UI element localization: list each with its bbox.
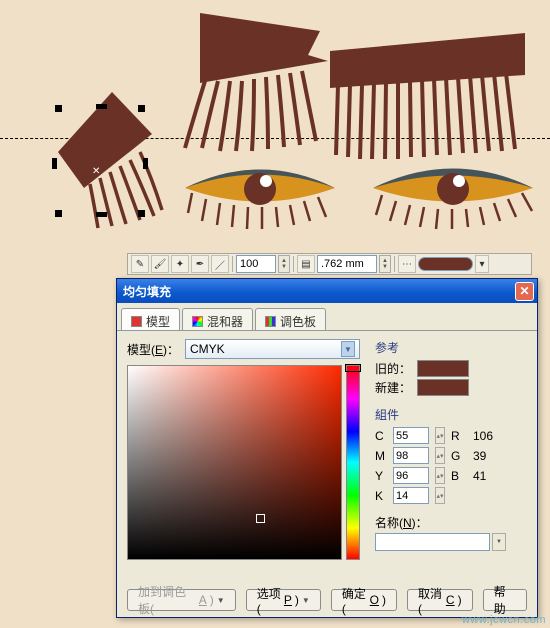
close-button[interactable]: ✕ [515,282,534,301]
selection-handle[interactable] [96,212,107,217]
section-components-title: 組件 [375,406,527,423]
g-value: 39 [473,449,503,463]
dialog-titlebar[interactable]: 均匀填充 ✕ [117,279,537,303]
tab-label: 混和器 [207,313,243,330]
new-color-label: 新建： [375,379,411,396]
tool-brush-icon[interactable]: 🖌 [151,255,169,273]
tool-calligraphy-icon[interactable]: ／ [211,255,229,273]
ok-button[interactable]: 确定(O) [331,589,397,611]
name-dropdown-icon[interactable]: ▼ [492,533,506,551]
r-value: 106 [473,429,503,443]
c-input[interactable] [393,427,429,444]
hue-slider[interactable] [346,365,360,560]
eye-right [368,163,538,233]
k-input[interactable] [393,487,429,504]
name-input[interactable] [375,533,490,551]
selection-handle[interactable] [138,210,145,217]
options-button[interactable]: 选项(P)▼ [246,589,321,611]
hue-selector[interactable] [345,364,361,372]
selection-handle[interactable] [138,105,145,112]
r-label: R [451,429,469,443]
selection-handle[interactable] [143,158,148,169]
tool-spray-icon[interactable]: ✦ [171,255,189,273]
old-color-label: 旧的： [375,360,411,377]
watermark: www.jcwcn.com [462,614,546,626]
tab-strip: 模型 混和器 调色板 [117,307,537,331]
dialog-body: 模型(E)： CMYK ▼ 参考 旧的： 新建： [117,331,537,569]
tab-mixer[interactable]: 混和器 [182,308,253,330]
m-spinner[interactable]: ▴▾ [435,447,445,464]
combo-value: CMYK [190,342,225,356]
property-toolbar: ✎ 🖌 ✦ ✒ ／ 100 ▲▼ ▤ .762 mm ▲▼ ⋯ ▾ [127,253,532,275]
stroke-color-swatch[interactable] [418,257,473,271]
selection-handle[interactable] [52,158,57,169]
tool-pen-icon[interactable]: ✒ [191,255,209,273]
model-combo[interactable]: CMYK ▼ [185,339,360,359]
outline-width-icon[interactable]: ▤ [297,255,315,273]
b-value: 41 [473,469,503,483]
model-label: 模型(E)： [127,341,179,358]
tool-freehand-icon[interactable]: ✎ [131,255,149,273]
section-reference-title: 参考 [375,339,527,356]
y-spinner[interactable]: ▴▾ [435,467,445,484]
eye-left [180,163,340,233]
g-label: G [451,449,469,463]
hair-shape-2 [330,33,525,163]
hair-shape-1 [140,13,330,153]
y-input[interactable] [393,467,429,484]
k-label: K [375,489,389,503]
selection-center-icon: ✕ [92,166,100,177]
b-label: B [451,469,469,483]
tab-model[interactable]: 模型 [121,308,180,330]
m-label: M [375,449,389,463]
help-button[interactable]: 帮助 [483,589,527,611]
dialog-title: 均匀填充 [123,283,171,300]
c-spinner[interactable]: ▴▾ [435,427,445,444]
y-label: Y [375,469,389,483]
cancel-button[interactable]: 取消(C) [407,589,473,611]
outline-width-value[interactable]: .762 mm [317,255,377,273]
tab-palette[interactable]: 调色板 [255,308,326,330]
color-dropdown-icon[interactable]: ▾ [475,255,489,273]
selection-handle[interactable] [96,104,107,109]
picker-marker[interactable] [256,514,265,523]
tab-label: 调色板 [280,313,316,330]
smoothing-value[interactable]: 100 [236,255,276,273]
outline-width-spinner[interactable]: ▲▼ [379,255,391,273]
old-color-swatch [417,360,469,377]
smoothing-spinner[interactable]: ▲▼ [278,255,290,273]
tab-label: 模型 [146,313,170,330]
separator [293,256,294,272]
c-label: C [375,429,389,443]
selection-handle[interactable] [55,210,62,217]
selection-handle[interactable] [55,105,62,112]
dash-style-icon[interactable]: ⋯ [398,255,416,273]
m-input[interactable] [393,447,429,464]
k-spinner[interactable]: ▴▾ [435,487,445,504]
dialog-button-row: 加到调色板(A)▼ 选项(P)▼ 确定(O) 取消(C) 帮助 [117,589,537,611]
chevron-down-icon: ▼ [341,341,355,357]
uniform-fill-dialog: 均匀填充 ✕ 模型 混和器 调色板 模型(E)： CMYK ▼ [116,278,538,618]
add-to-palette-button[interactable]: 加到调色板(A)▼ [127,589,236,611]
canvas-area[interactable]: ✕ [0,0,550,250]
name-label: 名称(N)： [375,514,527,531]
separator [232,256,233,272]
color-picker-field[interactable] [127,365,342,560]
new-color-swatch [417,379,469,396]
separator [394,256,395,272]
